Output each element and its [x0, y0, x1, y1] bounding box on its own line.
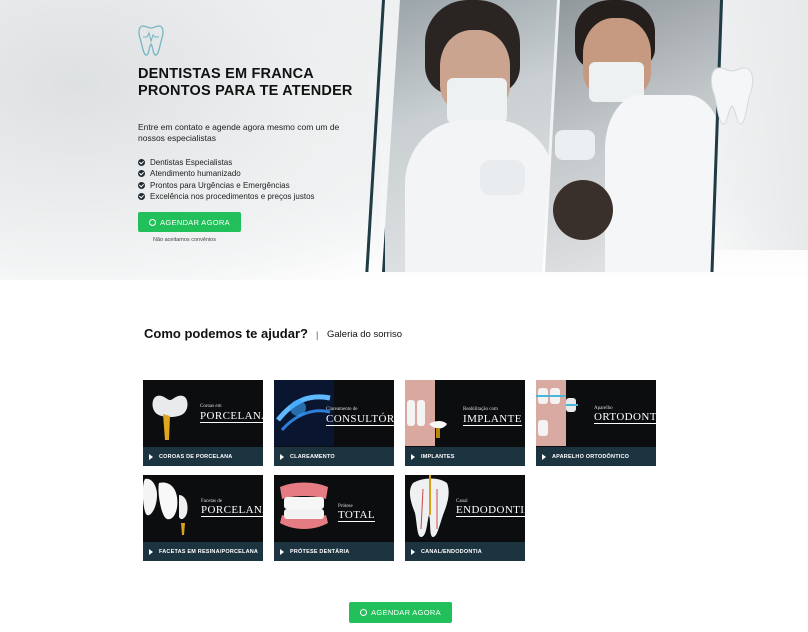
service-card-title: CONSULTÓRIO [326, 414, 394, 426]
service-card-title: ORTODONTICO [594, 412, 656, 424]
check-icon [138, 159, 145, 167]
implant-teeth-icon [405, 380, 447, 446]
service-card-footer: COROAS DE PORCELANA [143, 447, 263, 466]
whatsapp-icon [149, 218, 157, 226]
benefit-item: Atendimento humanizado [138, 168, 315, 179]
benefit-item: Excelência nos procedimentos e preços ju… [138, 191, 315, 202]
arrow-right-icon [280, 548, 284, 555]
service-card-footer: CANAL/ENDODONTIA [405, 542, 525, 561]
service-card-footer: APARELHO ORTODÔNTICO [536, 447, 656, 466]
section-separator: | [316, 330, 319, 340]
service-card-orthodontics[interactable]: Aparelho ORTODONTICO APARELHO ORTODÔNTIC… [536, 380, 656, 466]
service-card-title: IMPLANTE [463, 413, 522, 426]
arrow-right-icon [411, 453, 415, 460]
service-card-veneers[interactable]: Facetas de PORCELANA FACETAS EM RESINA/P… [143, 475, 263, 561]
service-card-implants[interactable]: Reabilitação com IMPLANTE IMPLANTES [405, 380, 525, 466]
service-card-footer: FACETAS EM RESINA/PORCELANA [143, 542, 263, 561]
arrow-right-icon [280, 453, 284, 460]
arrow-right-icon [149, 453, 153, 460]
arrow-right-icon [149, 548, 153, 555]
schedule-now-bottom-button[interactable]: AGENDAR AGORA [349, 602, 452, 623]
braces-icon [536, 380, 578, 446]
check-icon [138, 193, 145, 201]
arrow-right-icon [542, 453, 546, 460]
arrow-right-icon [411, 548, 415, 555]
gallery-link[interactable]: Galeria do sorriso [327, 329, 402, 340]
hero-section: DENTISTAS EM FRANCA PRONTOS PARA TE ATEN… [0, 0, 808, 280]
service-card-footer: IMPLANTES [405, 447, 525, 466]
dentist-photo-1 [382, 0, 557, 272]
service-card-title: PORCELANA [201, 505, 263, 517]
service-card-title: ENDODONTIA [456, 505, 525, 517]
hero-title: DENTISTAS EM FRANCA PRONTOS PARA TE ATEN… [138, 66, 353, 99]
denture-icon [280, 482, 328, 529]
hero-subtitle: Entre em contato e agende agora mesmo co… [138, 122, 340, 143]
check-icon [138, 170, 145, 178]
benefit-item: Dentistas Especialistas [138, 157, 315, 168]
benefits-list: Dentistas Especialistas Atendimento huma… [138, 157, 315, 202]
service-card-crowns[interactable]: Coroas em PORCELANA COROAS DE PORCELANA [143, 380, 263, 466]
dentist-photo-2 [545, 0, 723, 272]
whatsapp-icon [360, 609, 368, 616]
service-card-footer: PRÓTESE DENTÁRIA [274, 542, 394, 561]
service-card-denture[interactable]: Prótese TOTAL PRÓTESE DENTÁRIA [274, 475, 394, 561]
service-card-endodontics[interactable]: Canal ENDODONTIA CANAL/ENDODONTIA [405, 475, 525, 561]
schedule-now-button[interactable]: AGENDAR AGORA [138, 212, 241, 232]
whitening-light-icon [274, 380, 334, 446]
tooth-icon [710, 67, 754, 125]
service-card-footer: CLAREAMENTO [274, 447, 394, 466]
service-card-whitening[interactable]: Clareamento de CONSULTÓRIO CLAREAMENTO [274, 380, 394, 466]
service-card-title: PORCELANA [200, 411, 263, 423]
service-card-title: TOTAL [338, 509, 375, 522]
crown-tooth-icon [152, 395, 188, 440]
section-title: Como podemos te ajudar? [144, 326, 308, 341]
no-insurance-note: Não aceitamos convênios [153, 237, 216, 243]
tooth-logo-icon [138, 25, 164, 56]
benefit-item: Prontos para Urgências e Emergências [138, 180, 315, 191]
check-icon [138, 181, 145, 189]
veneer-icon [143, 478, 188, 535]
